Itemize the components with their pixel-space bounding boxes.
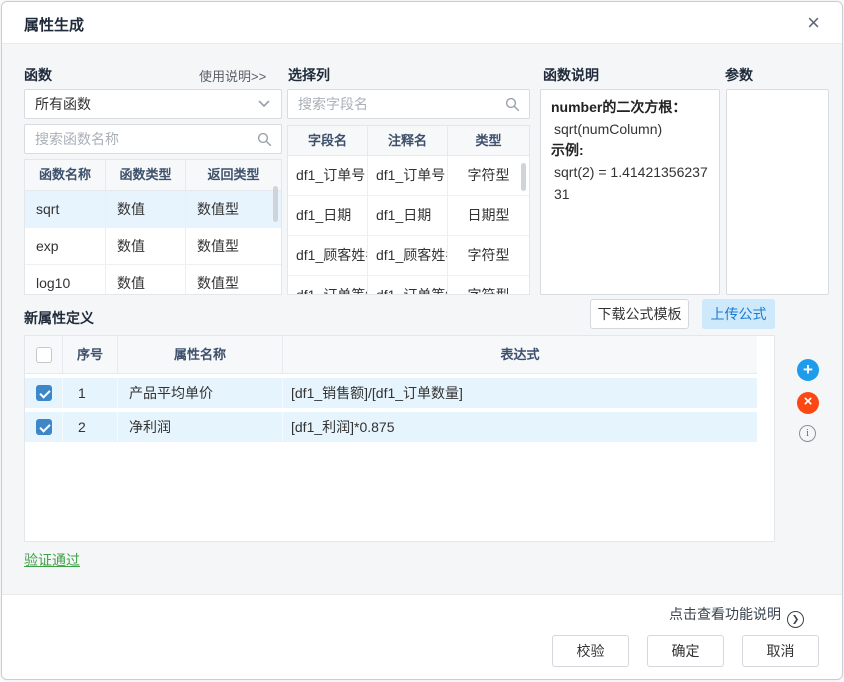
cancel-button[interactable]: 取消 (742, 635, 819, 667)
column-header: 表达式 (283, 336, 757, 373)
row-checkbox[interactable] (36, 385, 52, 401)
search-icon (257, 132, 272, 147)
attribute-generation-dialog: 属性生成 × 函数 使用说明>> 选择列 函数说明 参数 所有函数 函数名称 函… (1, 1, 843, 680)
table-row[interactable]: exp 数值 数值型 (25, 228, 281, 265)
function-search-input[interactable] (25, 125, 247, 153)
column-header: 函数类型 (106, 160, 186, 190)
select-all-checkbox[interactable] (36, 347, 52, 363)
attribute-row[interactable]: 2 净利润 [df1_利润]*0.875 (25, 412, 757, 442)
column-header: 注释名 (368, 126, 448, 155)
example-value: sqrt(2) = 1.4142135623731 (551, 162, 709, 205)
chevron-down-icon (258, 100, 270, 108)
column-search-input[interactable] (288, 90, 495, 118)
column-header: 返回类型 (186, 160, 281, 190)
function-table: 函数名称 函数类型 返回类型 sqrt 数值 数值型 exp 数值 数值型 lo… (24, 159, 282, 295)
row-checkbox[interactable] (36, 419, 52, 435)
dialog-title: 属性生成 (24, 14, 84, 35)
table-row[interactable]: df1_订单号 df1_订单号 字符型 (288, 156, 529, 196)
validation-status-link[interactable]: 验证通过 (24, 550, 80, 570)
column-header: 序号 (63, 336, 118, 373)
scrollbar-thumb[interactable] (521, 163, 526, 191)
close-icon[interactable]: × (807, 9, 820, 37)
new-attribute-label: 新属性定义 (24, 308, 94, 328)
search-icon (505, 97, 520, 112)
function-search-box (24, 124, 282, 154)
attribute-table: 序号 属性名称 表达式 1 产品平均单价 [df1_销售额]/[df1_订单数量… (24, 335, 775, 542)
function-section-label: 函数 (24, 65, 52, 85)
table-row[interactable]: log10 数值 数值型 (25, 265, 281, 295)
column-header: 函数名称 (25, 160, 106, 190)
function-table-header: 函数名称 函数类型 返回类型 (25, 160, 281, 191)
column-table-header: 字段名 注释名 类型 (288, 126, 529, 156)
upload-formula-button[interactable]: 上传公式 (702, 299, 775, 329)
help-link[interactable]: 点击查看功能说明❯ (669, 604, 804, 628)
function-category-select[interactable]: 所有函数 (24, 89, 282, 119)
column-table: 字段名 注释名 类型 df1_订单号 df1_订单号 字符型 df1_日期 df… (287, 125, 530, 295)
dialog-footer: 点击查看功能说明❯ 校验 确定 取消 (2, 594, 842, 680)
column-header: 属性名称 (118, 336, 283, 373)
help-arrow-icon: ❯ (787, 611, 804, 628)
table-row[interactable]: df1_顾客姓名 df1_顾客姓名 字符型 (288, 236, 529, 276)
delete-row-icon[interactable]: × (797, 392, 819, 414)
column-header: 类型 (448, 126, 529, 155)
dialog-titlebar: 属性生成 × (2, 2, 842, 44)
description-syntax: sqrt(numColumn) (551, 119, 709, 141)
info-icon[interactable]: i (799, 425, 816, 442)
download-formula-template-button[interactable]: 下载公式模板 (590, 299, 689, 329)
table-row[interactable]: sqrt 数值 数值型 (25, 191, 281, 228)
parameters-panel (726, 89, 829, 295)
parameters-label: 参数 (725, 65, 753, 85)
verify-button[interactable]: 校验 (552, 635, 629, 667)
description-title: number的二次方根： (551, 97, 709, 119)
select-column-label: 选择列 (288, 65, 330, 85)
attribute-table-header: 序号 属性名称 表达式 (25, 336, 757, 374)
attribute-row[interactable]: 1 产品平均单价 [df1_销售额]/[df1_订单数量] (25, 378, 757, 408)
usage-instructions-link[interactable]: 使用说明>> (199, 66, 266, 85)
ok-button[interactable]: 确定 (647, 635, 724, 667)
column-search-box (287, 89, 530, 119)
function-description-panel: number的二次方根： sqrt(numColumn) 示例: sqrt(2)… (540, 89, 720, 295)
add-row-icon[interactable]: + (797, 359, 819, 381)
column-header: 字段名 (288, 126, 368, 155)
scrollbar-thumb[interactable] (273, 186, 278, 222)
table-row[interactable]: df1_日期 df1_日期 日期型 (288, 196, 529, 236)
table-row[interactable]: df1_订单等级 df1_订单等级 字符型 (288, 276, 529, 295)
example-label: 示例: (551, 140, 709, 162)
function-description-label: 函数说明 (543, 65, 599, 85)
function-category-value: 所有函数 (35, 96, 91, 112)
